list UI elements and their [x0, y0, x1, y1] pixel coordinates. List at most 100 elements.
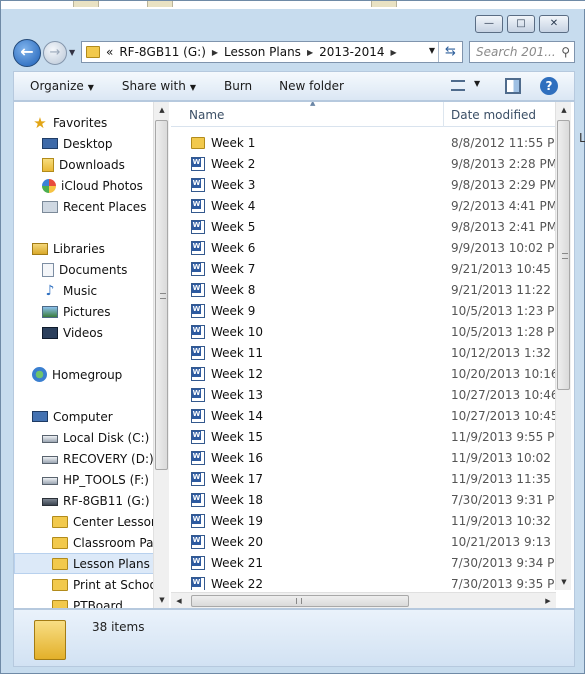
- breadcrumb-overflow[interactable]: «: [106, 45, 113, 59]
- breadcrumb-separator-icon[interactable]: ▶: [212, 48, 218, 57]
- nav-print-at-school[interactable]: Print at School: [52, 574, 169, 595]
- file-row[interactable]: Week 5 9/8/2013 2:41 PM: [171, 216, 556, 237]
- nav-computer[interactable]: Computer: [32, 406, 169, 427]
- file-row[interactable]: Week 19 11/9/2013 10:32 PM: [171, 510, 556, 531]
- nav-music[interactable]: ♪ Music: [42, 280, 169, 301]
- file-row[interactable]: Week 7 9/21/2013 10:45 PM: [171, 258, 556, 279]
- downloads-icon: [42, 157, 54, 172]
- nav-classroom-pap[interactable]: Classroom Pap: [52, 532, 169, 553]
- word-document-icon: [191, 535, 205, 549]
- scroll-down-icon[interactable]: ▼: [154, 592, 169, 608]
- nav-label: Libraries: [53, 241, 105, 256]
- file-row[interactable]: Week 10 10/5/2013 1:28 PM: [171, 321, 556, 342]
- file-row[interactable]: Week 15 11/9/2013 9:55 PM: [171, 426, 556, 447]
- nav-label: Center Lessons: [73, 514, 165, 529]
- documents-icon: [42, 262, 54, 277]
- nav-scrollbar[interactable]: ▲ ▼: [153, 102, 169, 608]
- details-pane: 38 items: [13, 609, 575, 667]
- file-row[interactable]: Week 8 9/21/2013 11:22 PM: [171, 279, 556, 300]
- file-row[interactable]: Week 3 9/8/2013 2:29 PM: [171, 174, 556, 195]
- close-button[interactable]: ✕: [539, 15, 569, 33]
- file-row[interactable]: Week 11 10/12/2013 1:32 PM: [171, 342, 556, 363]
- nav-documents[interactable]: Documents: [42, 259, 169, 280]
- file-row[interactable]: Week 2 9/8/2013 2:28 PM: [171, 153, 556, 174]
- view-options-icon[interactable]: [451, 80, 465, 91]
- nav-local-disk[interactable]: Local Disk (C:): [42, 427, 169, 448]
- file-row[interactable]: Week 12 10/20/2013 10:16 ...: [171, 363, 556, 384]
- minimize-button[interactable]: —: [475, 15, 503, 33]
- nav-favorites[interactable]: ★ Favorites: [32, 112, 169, 133]
- nav-lesson-plans[interactable]: Lesson Plans: [14, 553, 154, 574]
- nav-icloud-photos[interactable]: iCloud Photos: [42, 175, 169, 196]
- computer-icon: [32, 411, 48, 422]
- word-document-icon: [191, 514, 205, 528]
- breadcrumb-drive[interactable]: RF-8GB11 (G:): [119, 45, 206, 59]
- file-date-modified: 11/9/2013 9:55 PM: [451, 430, 556, 444]
- address-dropdown-icon[interactable]: ▼: [429, 46, 435, 55]
- list-scroll-thumb[interactable]: [557, 120, 570, 390]
- file-row[interactable]: Week 17 11/9/2013 11:35 PM: [171, 468, 556, 489]
- file-row[interactable]: Week 1 8/8/2012 11:55 PM: [171, 132, 556, 153]
- nav-label: Music: [63, 283, 98, 298]
- list-scrollbar[interactable]: ▲ ▼: [555, 102, 571, 590]
- scroll-right-icon[interactable]: ▶: [540, 593, 556, 609]
- help-icon[interactable]: ?: [540, 77, 558, 95]
- search-input[interactable]: Search 201... ⚲: [469, 41, 575, 63]
- nav-label: Computer: [53, 409, 113, 424]
- nav-usb-drive[interactable]: RF-8GB11 (G:): [42, 490, 169, 511]
- history-dropdown-icon[interactable]: ▼: [69, 48, 75, 57]
- file-row[interactable]: Week 18 7/30/2013 9:31 PM: [171, 489, 556, 510]
- chevron-down-icon[interactable]: ▼: [474, 79, 480, 88]
- horizontal-scroll-thumb[interactable]: [191, 595, 409, 607]
- address-bar[interactable]: « RF-8GB11 (G:) ▶ Lesson Plans ▶ 2013-20…: [81, 41, 463, 63]
- file-row[interactable]: Week 4 9/2/2013 4:41 PM: [171, 195, 556, 216]
- file-name: Week 10: [211, 325, 263, 339]
- search-icon[interactable]: ⚲: [561, 42, 570, 62]
- nav-desktop[interactable]: Desktop: [42, 133, 169, 154]
- nav-label: iCloud Photos: [61, 178, 143, 193]
- column-header-date[interactable]: Date modified: [451, 108, 536, 122]
- nav-homegroup[interactable]: Homegroup: [32, 364, 169, 385]
- breadcrumb-separator-icon[interactable]: ▶: [391, 48, 397, 57]
- preview-pane-icon[interactable]: [505, 78, 521, 94]
- file-row[interactable]: Week 9 10/5/2013 1:23 PM: [171, 300, 556, 321]
- libraries-icon: [32, 242, 48, 255]
- organize-button[interactable]: Organize ▼: [30, 79, 94, 93]
- forward-button[interactable]: →: [43, 41, 67, 65]
- nav-label: Downloads: [59, 157, 125, 172]
- file-row[interactable]: Week 20 10/21/2013 9:13 PM: [171, 531, 556, 552]
- file-row[interactable]: Week 16 11/9/2013 10:02 PM: [171, 447, 556, 468]
- file-row[interactable]: Week 22 7/30/2013 9:35 PM: [171, 573, 556, 590]
- nav-libraries[interactable]: Libraries: [32, 238, 169, 259]
- maximize-button[interactable]: □: [507, 15, 535, 33]
- breadcrumb-separator-icon[interactable]: ▶: [307, 48, 313, 57]
- scroll-left-icon[interactable]: ◀: [171, 593, 187, 609]
- scroll-down-icon[interactable]: ▼: [556, 574, 572, 590]
- share-with-button[interactable]: Share with ▼: [122, 79, 196, 93]
- breadcrumb-current-folder[interactable]: 2013-2014: [319, 45, 384, 59]
- nav-recovery[interactable]: RECOVERY (D:): [42, 448, 169, 469]
- scroll-up-icon[interactable]: ▲: [154, 102, 169, 118]
- burn-button[interactable]: Burn: [224, 79, 252, 93]
- nav-videos[interactable]: Videos: [42, 322, 169, 343]
- column-header-name[interactable]: Name: [189, 108, 224, 122]
- nav-center-lessons[interactable]: Center Lessons: [52, 511, 169, 532]
- file-row[interactable]: Week 14 10/27/2013 10:45 ...: [171, 405, 556, 426]
- refresh-button[interactable]: ⇆: [438, 42, 462, 62]
- nav-scroll-thumb[interactable]: [155, 120, 168, 470]
- file-row[interactable]: Week 21 7/30/2013 9:34 PM: [171, 552, 556, 573]
- nav-pictures[interactable]: Pictures: [42, 301, 169, 322]
- file-row[interactable]: Week 13 10/27/2013 10:46 ...: [171, 384, 556, 405]
- nav-ptboard[interactable]: PTBoard: [52, 595, 169, 608]
- nav-hp-tools[interactable]: HP_TOOLS (F:): [42, 469, 169, 490]
- new-folder-button[interactable]: New folder: [279, 79, 344, 93]
- file-row[interactable]: Week 6 9/9/2013 10:02 PM: [171, 237, 556, 258]
- nav-recent-places[interactable]: Recent Places: [42, 196, 169, 217]
- horizontal-scrollbar[interactable]: ◀ ▶: [171, 592, 556, 608]
- breadcrumb-lesson-plans[interactable]: Lesson Plans: [224, 45, 301, 59]
- back-button[interactable]: ←: [13, 39, 41, 67]
- scroll-up-icon[interactable]: ▲: [556, 102, 572, 118]
- column-divider[interactable]: [443, 102, 444, 127]
- nav-downloads[interactable]: Downloads: [42, 154, 169, 175]
- file-date-modified: 11/9/2013 10:02 PM: [451, 451, 556, 465]
